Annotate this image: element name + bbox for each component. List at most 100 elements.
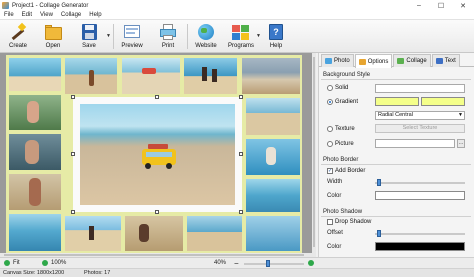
collage-canvas[interactable]	[6, 55, 302, 253]
vertical-scrollbar[interactable]	[312, 53, 316, 253]
add-border-checkbox[interactable]: ✓ Add Border	[327, 168, 365, 174]
collage-photo[interactable]	[125, 216, 183, 251]
border-width-slider[interactable]	[375, 182, 465, 184]
preview-button[interactable]: Preview	[117, 21, 147, 52]
background-solid-radio[interactable]: Solid	[327, 85, 348, 91]
collage-photo[interactable]	[246, 179, 300, 212]
drop-shadow-checkbox[interactable]: Drop Shadow	[327, 219, 371, 225]
close-button[interactable]: ✕	[452, 0, 474, 11]
shadow-offset-label: Offset	[327, 230, 343, 236]
tab-text[interactable]: Text	[431, 54, 460, 67]
resize-handle[interactable]	[71, 95, 75, 99]
maximize-button[interactable]: ☐	[430, 0, 452, 11]
solid-color-field[interactable]	[375, 84, 465, 93]
help-button[interactable]: ? Help	[261, 21, 291, 52]
picture-path-field[interactable]	[375, 139, 455, 148]
collage-photo[interactable]	[246, 216, 300, 251]
background-texture-radio[interactable]: Texture	[327, 126, 355, 132]
collage-photo[interactable]	[187, 216, 242, 251]
menu-help[interactable]: Help	[85, 12, 105, 18]
border-color-label: Color	[327, 193, 342, 199]
menu-collage[interactable]: Collage	[57, 12, 85, 18]
programs-icon	[231, 22, 251, 42]
border-color-swatch[interactable]	[375, 191, 465, 200]
resize-handle[interactable]	[155, 95, 159, 99]
programs-button[interactable]: Programs	[226, 21, 256, 52]
resize-handle[interactable]	[239, 95, 243, 99]
photo-border-heading: Photo Border	[323, 157, 359, 163]
zoom-slider[interactable]	[244, 263, 304, 265]
browse-picture-button[interactable]: …	[457, 139, 465, 148]
save-button[interactable]: Save	[74, 21, 104, 52]
select-texture-button[interactable]: Select Texture	[375, 124, 465, 133]
background-picture-radio[interactable]: Picture	[327, 141, 354, 147]
website-button[interactable]: Website	[191, 21, 221, 52]
shadow-color-label: Color	[327, 244, 342, 250]
selected-collage-photo[interactable]	[73, 97, 242, 212]
zoom-slider-thumb[interactable]	[266, 260, 271, 267]
collage-photo[interactable]	[246, 98, 300, 135]
collage-photo[interactable]	[242, 58, 300, 94]
collage-photo[interactable]	[9, 134, 61, 170]
magic-wand-icon	[8, 22, 28, 42]
zoom-100-button[interactable]: 100%	[51, 260, 66, 266]
resize-handle[interactable]	[71, 210, 75, 214]
print-button[interactable]: Print	[153, 21, 183, 52]
gradient-color-2-swatch[interactable]	[421, 97, 465, 106]
app-icon	[2, 2, 9, 9]
open-button[interactable]: Open	[38, 21, 68, 52]
zoom-out-icon[interactable]: −	[234, 259, 239, 268]
menu-edit[interactable]: Edit	[18, 12, 36, 18]
save-dropdown-arrow[interactable]: ▼	[106, 33, 111, 39]
collage-workspace[interactable]	[0, 53, 316, 257]
minimize-button[interactable]: –	[408, 0, 430, 11]
create-button[interactable]: Create	[3, 21, 33, 52]
collage-photo[interactable]	[9, 214, 61, 251]
zoom-100-icon	[42, 260, 48, 266]
preview-icon	[122, 22, 142, 42]
gradient-color-1-swatch[interactable]	[375, 97, 419, 106]
menu-file[interactable]: File	[0, 12, 18, 18]
gradient-mode-select[interactable]: Radial Central ▼	[375, 111, 465, 120]
shadow-offset-slider-thumb[interactable]	[377, 230, 381, 237]
chevron-down-icon: ▼	[458, 112, 463, 118]
beach-bus-photo	[80, 104, 235, 205]
zoom-fit-button[interactable]: Fit	[13, 260, 20, 266]
checkmark-icon: ✓	[327, 168, 333, 174]
checkbox-indicator	[327, 219, 333, 225]
section-divider	[321, 216, 471, 217]
resize-handle[interactable]	[239, 152, 243, 156]
collage-photo[interactable]	[9, 174, 61, 210]
printer-icon	[158, 22, 178, 42]
zoom-level-value: 40%	[214, 260, 227, 266]
shadow-offset-slider[interactable]	[375, 233, 465, 235]
zoom-in-icon[interactable]	[308, 260, 314, 266]
collage-photo[interactable]	[65, 58, 117, 94]
options-tab-icon	[358, 58, 366, 65]
border-width-slider-thumb[interactable]	[377, 179, 381, 186]
tab-collage[interactable]: Collage	[393, 54, 431, 67]
resize-handle[interactable]	[71, 152, 75, 156]
horizontal-scrollbar-thumb[interactable]	[4, 254, 304, 256]
menu-view[interactable]: View	[36, 12, 57, 18]
tab-photo[interactable]: Photo	[321, 54, 354, 67]
tab-options[interactable]: Options	[354, 54, 393, 68]
canvas-size-status: Canvas Size: 1800x1200	[3, 270, 65, 276]
background-gradient-radio[interactable]: Gradient	[327, 99, 358, 105]
border-width-label: Width	[327, 179, 343, 185]
collage-photo[interactable]	[184, 58, 237, 94]
section-divider	[321, 164, 471, 165]
globe-icon	[196, 22, 216, 42]
radio-indicator	[327, 85, 333, 91]
collage-photo[interactable]	[246, 139, 300, 175]
collage-photo[interactable]	[9, 95, 61, 130]
vertical-scrollbar-thumb[interactable]	[313, 57, 315, 247]
collage-photo[interactable]	[65, 216, 121, 251]
shadow-color-swatch[interactable]	[375, 242, 465, 251]
collage-photo[interactable]	[122, 58, 180, 94]
toolbar-separator	[187, 24, 188, 49]
resize-handle[interactable]	[155, 210, 159, 214]
resize-handle[interactable]	[239, 210, 243, 214]
background-style-heading: Background Style	[323, 72, 371, 78]
collage-photo[interactable]	[9, 58, 61, 91]
